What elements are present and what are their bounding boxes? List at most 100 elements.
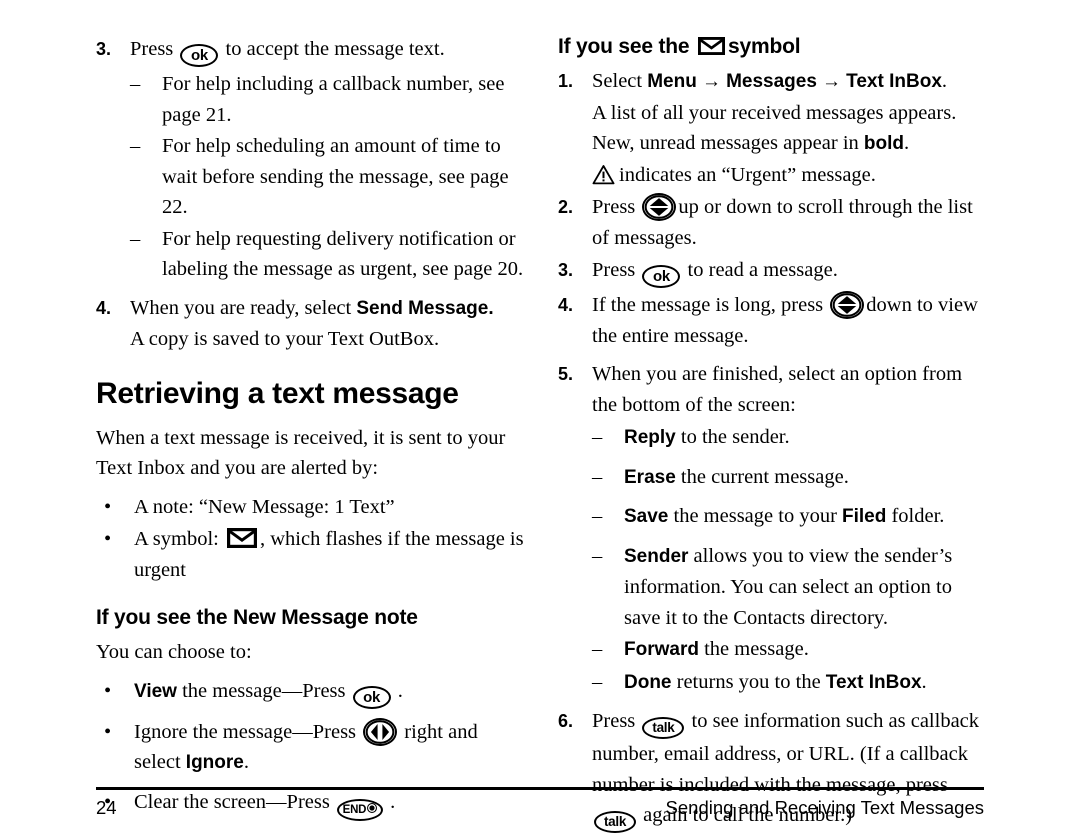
subitem-text: For help scheduling an amount of time to… (162, 135, 509, 218)
subitem-text: For help requesting delivery notificatio… (162, 227, 524, 281)
list-item: • A note: “New Message: 1 Text” (96, 492, 526, 523)
bold-term: Text InBox (825, 671, 922, 693)
arrow-icon: → (701, 71, 721, 92)
subsection-heading: If you see the New Message note (96, 606, 418, 629)
list-item: 1. Select Menu → Messages → Text InBox. A… (558, 66, 988, 190)
bold-term: Done (624, 671, 672, 693)
dash-marker: – (592, 544, 603, 567)
list-item: • View the message—Press ok . (96, 676, 526, 709)
dash-marker: – (592, 638, 603, 660)
list-number: 2. (558, 197, 574, 217)
subitem-text: For help including a callback number, se… (162, 73, 505, 126)
bold-term: bold (863, 133, 905, 154)
bold-term: Sender (624, 545, 689, 567)
subsection-heading-envelope: If you see the symbol (558, 35, 801, 58)
warning-triangle-icon (592, 164, 615, 185)
page-footer: 24 Sending and Receiving Text Messages (96, 797, 984, 819)
nav-updown-key-icon (642, 193, 677, 221)
list-item: – Done returns you to the Text InBox. (558, 667, 988, 699)
list-number: 4. (558, 295, 574, 315)
page-number: 24 (96, 797, 117, 818)
list-item: – Save the message to your Filed folder. (558, 501, 988, 533)
choose-intro: You can choose to: (96, 641, 252, 663)
option-text: Sender allows you to view the sender’s i… (624, 544, 953, 629)
arrow-icon: → (822, 71, 842, 92)
list-item: – For help scheduling an amount of time … (96, 131, 526, 223)
step-text: When you are finished, select an option … (592, 363, 963, 416)
footer-title: Sending and Receiving Text Messages (665, 797, 984, 818)
dash-marker: – (130, 135, 141, 157)
list-item: 3. Press ok to accept the message text. (96, 34, 526, 67)
bullet-text: Ignore the message—Press right and selec… (134, 717, 478, 773)
nav-updown-key-icon (830, 291, 865, 319)
list-number: 3. (96, 39, 112, 59)
list-item: 3. Press ok to read a message. (558, 255, 988, 288)
list-item: 4. If the message is long, press down to… (558, 290, 988, 351)
list-item: 5. When you are finished, select an opti… (558, 359, 988, 420)
list-number: 5. (558, 364, 574, 384)
bold-term: Send Message. (356, 297, 494, 319)
list-number: 6. (558, 711, 574, 731)
option-text: Forward the message. (624, 638, 809, 660)
bold-term: Menu (647, 71, 697, 92)
bullet-text: A symbol: , which flashes if the message… (134, 528, 524, 581)
ok-key-icon: ok (642, 265, 681, 288)
bold-term: Messages (726, 71, 817, 92)
envelope-icon (227, 528, 257, 548)
list-item: • A symbol: , which flashes if the messa… (96, 524, 526, 585)
step-text: When you are ready, select Send Message.… (130, 296, 494, 351)
dash-marker: – (592, 465, 603, 488)
list-number: 4. (96, 297, 112, 318)
bold-term: Erase (624, 466, 676, 488)
list-item: – Forward the message. (558, 634, 988, 666)
dash-marker: – (130, 227, 141, 250)
page-title: Retrieving a text message (96, 376, 459, 410)
bullet-text: View the message—Press ok . (134, 680, 403, 709)
list-item: – For help including a callback number, … (96, 69, 526, 130)
bullet-marker: • (104, 679, 112, 702)
list-number: 1. (558, 71, 574, 91)
list-item: – For help requesting delivery notificat… (96, 224, 526, 285)
bullet-marker: • (104, 495, 112, 518)
option-text: Save the message to your Filed folder. (624, 505, 945, 527)
bold-term: Ignore (185, 752, 244, 773)
dash-marker: – (592, 670, 603, 693)
list-item: – Sender allows you to view the sender’s… (558, 541, 988, 634)
right-column: If you see the symbol 1. Select Menu → M… (558, 34, 988, 835)
intro-paragraph: When a text message is received, it is s… (96, 426, 506, 480)
ok-key-icon: ok (180, 44, 219, 67)
bullet-marker: • (104, 720, 112, 743)
dash-marker: – (592, 426, 603, 448)
list-item: – Reply to the sender. (558, 422, 988, 454)
option-text: Erase the current message. (624, 465, 849, 488)
talk-key-icon: talk (642, 717, 685, 739)
step-text: Press ok to read a message. (592, 259, 838, 288)
list-item: 4. When you are ready, select Send Messa… (96, 293, 526, 355)
bold-term: Filed (842, 506, 887, 527)
bold-term: Forward (624, 639, 699, 660)
dash-marker: – (130, 73, 141, 95)
bullet-text: A note: “New Message: 1 Text” (134, 495, 395, 518)
bold-term: View (134, 680, 177, 702)
envelope-icon (698, 37, 726, 55)
bold-term: Save (624, 506, 669, 527)
list-item: 2. Press up or down to scroll through th… (558, 192, 988, 253)
option-text: Reply to the sender. (624, 426, 790, 448)
option-text: Done returns you to the Text InBox. (624, 670, 927, 693)
ok-key-icon: ok (352, 685, 391, 709)
step-text: If the message is long, press down to vi… (592, 291, 978, 347)
step-text: Press up or down to scroll through the l… (592, 193, 973, 249)
bold-term: Reply (624, 427, 676, 448)
list-item: – Erase the current message. (558, 462, 988, 494)
bold-term: Text InBox (846, 71, 942, 92)
bullet-marker: • (104, 528, 112, 550)
nav-leftright-key-icon (363, 717, 398, 746)
step-text: Select Menu → Messages → Text InBox. A li… (592, 70, 957, 186)
footer-divider (96, 787, 984, 790)
step-text: Press ok to accept the message text. (130, 38, 445, 67)
list-number: 3. (558, 260, 574, 280)
list-item: • Ignore the message—Press right and sel… (96, 717, 526, 779)
manual-page: 3. Press ok to accept the message text. … (0, 0, 1080, 839)
dash-marker: – (592, 505, 603, 527)
left-column: 3. Press ok to accept the message text. … (96, 34, 526, 823)
